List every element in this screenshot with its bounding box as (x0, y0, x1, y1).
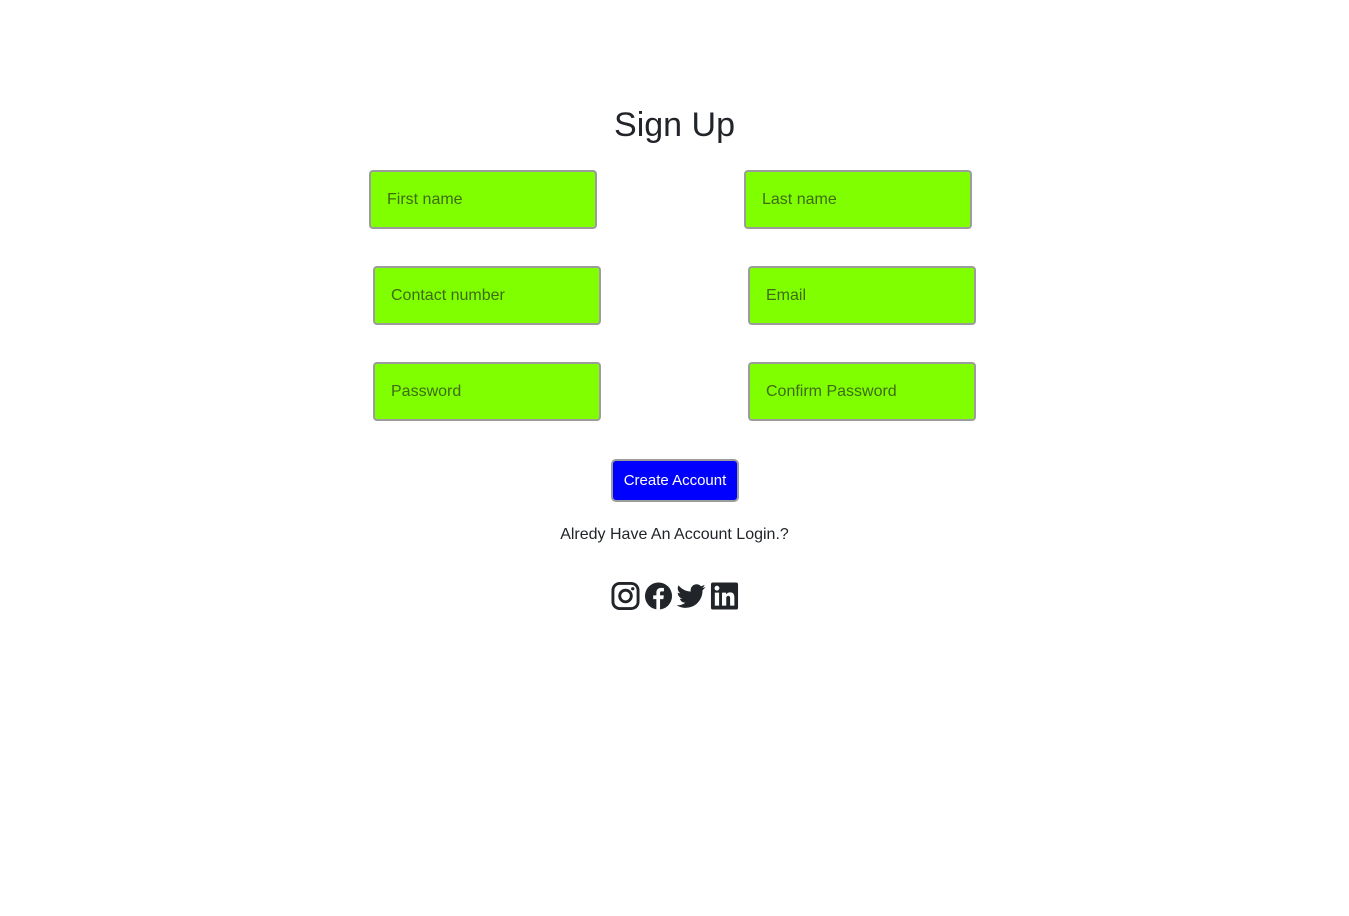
linkedin-link[interactable] (710, 581, 739, 611)
facebook-link[interactable] (644, 581, 673, 611)
instagram-icon (611, 581, 640, 611)
email-input[interactable] (748, 266, 976, 325)
linkedin-icon (710, 582, 739, 610)
first-name-input[interactable] (369, 170, 597, 229)
create-account-button[interactable]: Create Account (611, 459, 739, 502)
last-name-input[interactable] (744, 170, 972, 229)
page-title: Sign Up (614, 106, 735, 144)
signup-page: Sign Up Create Account Alredy Have An Ac… (0, 0, 1349, 916)
twitter-link[interactable] (677, 581, 706, 611)
facebook-icon (644, 582, 673, 610)
contact-number-input[interactable] (373, 266, 601, 325)
instagram-link[interactable] (611, 581, 640, 611)
twitter-icon (677, 584, 706, 608)
login-link[interactable]: Alredy Have An Account Login.? (0, 524, 1349, 546)
confirm-password-input[interactable] (748, 362, 976, 421)
social-links (611, 580, 739, 612)
password-input[interactable] (373, 362, 601, 421)
